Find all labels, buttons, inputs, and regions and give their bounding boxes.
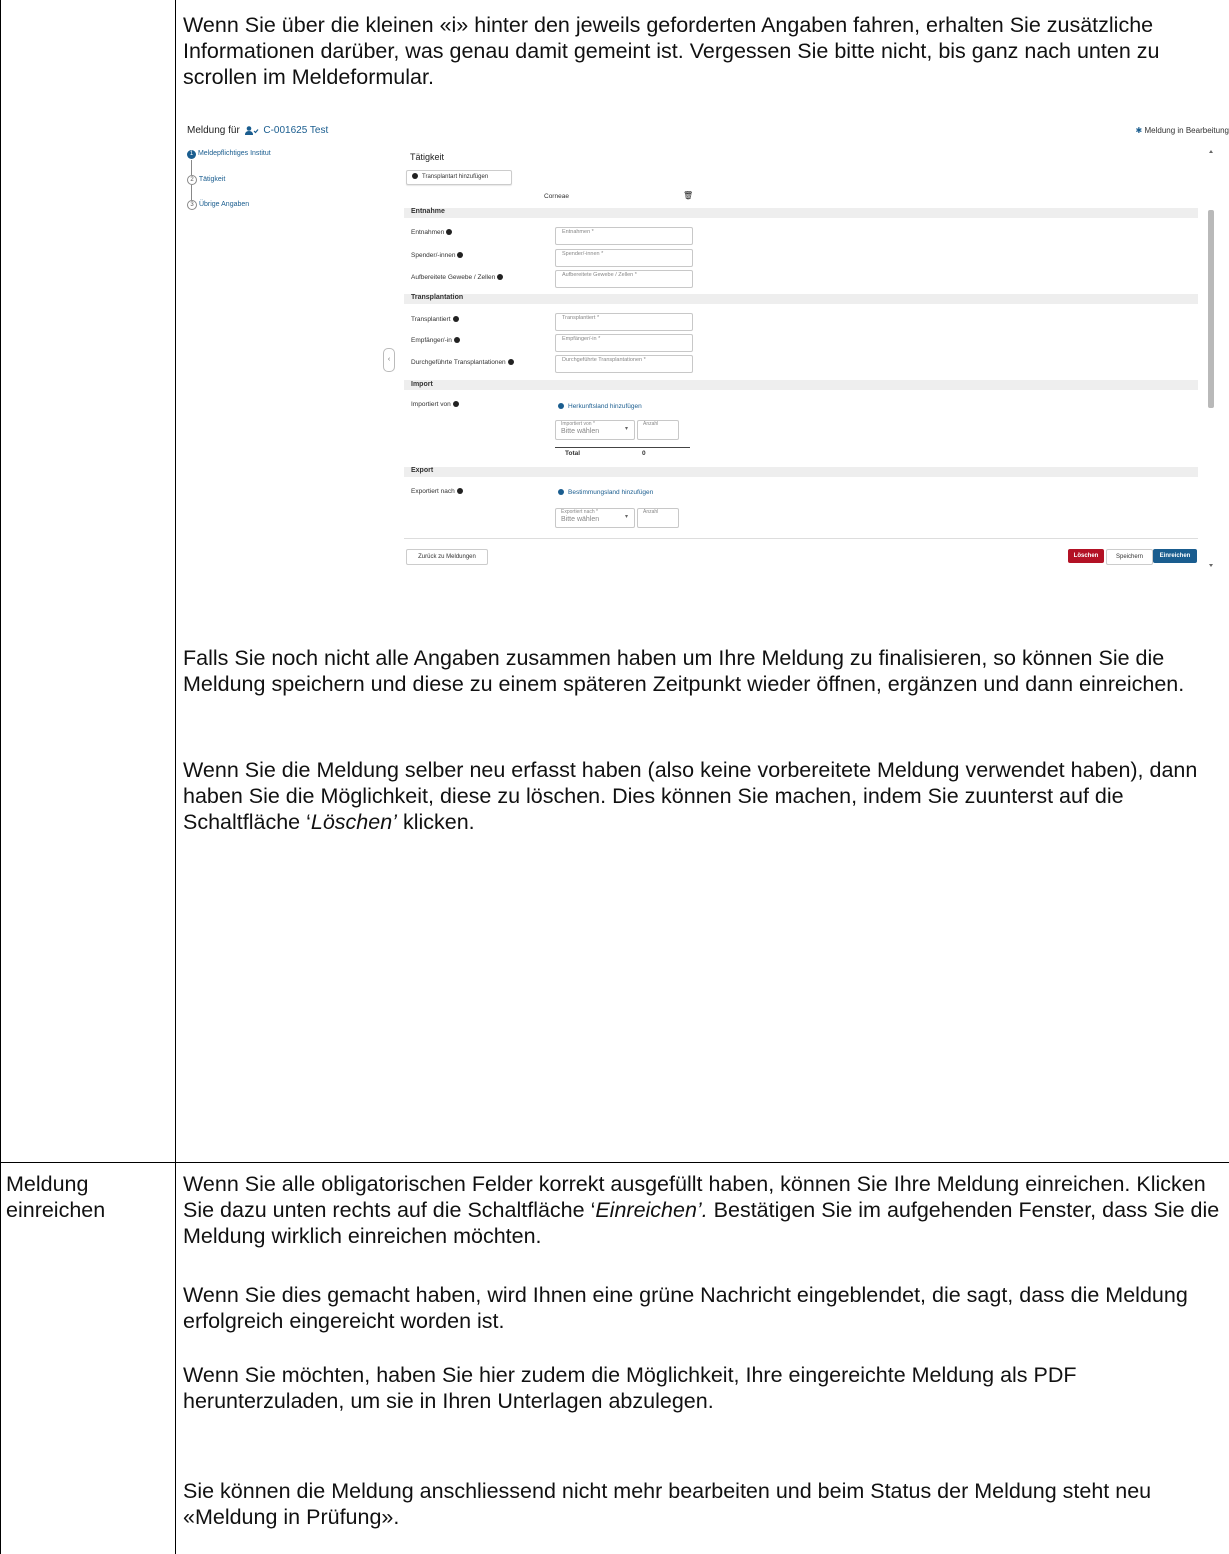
label-aufbereitet: Aufbereitete Gewebe / Zellen: [411, 274, 504, 281]
info-icon[interactable]: [497, 274, 504, 281]
add-transplant-button[interactable]: Transplantart hinzufügen: [406, 170, 512, 185]
section-bar-entnahme: [404, 208, 1198, 218]
form-header: Meldung für C-001625 Test: [187, 125, 329, 136]
add-origin-link[interactable]: Herkunftsland hinzufügen: [558, 403, 642, 410]
step-number-3: 3: [187, 200, 197, 210]
plus-circle-icon: [558, 489, 564, 496]
step-3[interactable]: 3 Übrige Angaben: [187, 200, 249, 210]
step-2[interactable]: 2 Tätigkeit: [187, 175, 225, 185]
delete-button[interactable]: Löschen: [1068, 549, 1104, 563]
label-entnahmen: Entnahmen: [411, 229, 453, 236]
label-durchgefuehrt: Durchgeführte Transplantationen: [411, 359, 514, 366]
section-entnahme: Entnahme: [411, 208, 445, 215]
export-anzahl-input[interactable]: Anzahl: [637, 508, 679, 528]
footer-divider: [404, 538, 1198, 539]
step-number-2: 2: [187, 175, 197, 185]
info-icon[interactable]: [452, 401, 459, 408]
paragraph-save-later: Falls Sie noch nicht alle Angaben zusamm…: [183, 646, 1185, 696]
total-value: 0: [642, 450, 646, 457]
import-anzahl-input[interactable]: Anzahl: [637, 420, 679, 440]
info-icon[interactable]: [456, 488, 463, 495]
label-empfaenger: Empfänger/-in: [411, 337, 460, 344]
paragraph-locked: Sie können die Meldung anschliessend nic…: [183, 1479, 1152, 1529]
back-to-meldungen-button[interactable]: Zurück zu Meldungen: [406, 549, 488, 565]
plus-circle-icon: [558, 403, 564, 410]
section-bar-export: [404, 467, 1198, 477]
plus-circle-icon: [412, 173, 418, 180]
step-connector: [191, 160, 192, 175]
section-export: Export: [411, 467, 434, 474]
section-title-taetigkeit: Tätigkeit: [410, 152, 445, 162]
step-number-1: 1: [187, 150, 196, 159]
label-exportiert: Exportiert nach: [411, 488, 463, 495]
caret-down-icon: ▾: [624, 426, 628, 432]
caret-down-icon: ▾: [624, 514, 628, 520]
label-spender: Spender/-innen: [411, 252, 464, 259]
save-button[interactable]: Speichern: [1106, 549, 1153, 565]
document-page: Wenn Sie über die kleinen «i» hinter den…: [0, 0, 1229, 1554]
transplantiert-input[interactable]: Transplantiert *: [555, 313, 693, 331]
section-bar-transplantation: [404, 294, 1198, 304]
table-row-divider: [0, 1162, 1229, 1163]
info-icon[interactable]: [452, 316, 459, 323]
user-check-icon: [244, 126, 259, 135]
gear-icon: ✱: [1135, 126, 1143, 135]
empfaenger-input[interactable]: Empfänger/-in *: [555, 334, 693, 352]
section-import: Import: [411, 381, 433, 388]
label-transplantiert: Transplantiert: [411, 316, 459, 323]
paragraph-hover-info: Wenn Sie über die kleinen «i» hinter den…: [183, 13, 1160, 89]
scroll-up-arrow[interactable]: [1209, 150, 1213, 153]
info-icon[interactable]: [446, 229, 453, 236]
info-icon[interactable]: [457, 252, 464, 259]
delete-transplant-icon[interactable]: 🗑: [683, 191, 693, 200]
spender-input[interactable]: Spender/-innen *: [555, 249, 693, 267]
paragraph-submit: Wenn Sie alle obligatorischen Felder kor…: [183, 1172, 1220, 1248]
scroll-down-arrow[interactable]: [1209, 564, 1213, 567]
entnahmen-input[interactable]: Entnahmen *: [555, 227, 693, 245]
total-divider: [555, 447, 690, 448]
paragraph-delete: Wenn Sie die Meldung selber neu erfasst …: [183, 758, 1198, 834]
step-connector: [191, 185, 192, 200]
info-icon[interactable]: [453, 337, 460, 344]
add-destination-link[interactable]: Bestimmungsland hinzufügen: [558, 489, 653, 496]
scrollbar-thumb[interactable]: [1208, 210, 1214, 408]
scrollbar-track[interactable]: [1207, 150, 1215, 568]
section-transplantation: Transplantation: [411, 294, 464, 301]
paragraph-pdf: Wenn Sie möchten, haben Sie hier zudem d…: [183, 1363, 1077, 1413]
table-column-divider: [175, 0, 176, 1554]
transplant-type-label: Corneae: [544, 193, 569, 200]
label-importiert: Importiert von: [411, 401, 459, 408]
paragraph-green-message: Wenn Sie dies gemacht haben, wird Ihnen …: [183, 1283, 1188, 1333]
total-label: Total: [565, 450, 581, 457]
aufbereitet-input[interactable]: Aufbereitete Gewebe / Zellen *: [555, 270, 693, 288]
table-left-border: [0, 0, 1, 1554]
row-label-meldung-einreichen: Meldung einreichen: [6, 1172, 106, 1222]
info-icon[interactable]: [507, 359, 514, 366]
exportiert-select[interactable]: Exportiert nach * Bitte wählen ▾: [555, 508, 635, 528]
collapse-sidebar-button[interactable]: ‹: [383, 348, 395, 372]
section-bar-import: [404, 380, 1198, 390]
importiert-select[interactable]: Importiert von * Bitte wählen ▾: [555, 420, 635, 440]
durchgefuehrt-input[interactable]: Durchgeführte Transplantationen *: [555, 355, 693, 373]
form-screenshot: Meldung für C-001625 Test ✱ Meldung in B…: [182, 122, 1229, 578]
step-1[interactable]: 1 Meldepflichtiges Institut: [187, 150, 271, 159]
submit-button[interactable]: Einreichen: [1153, 549, 1197, 563]
form-status: ✱ Meldung in Bearbeitung: [1135, 126, 1229, 135]
